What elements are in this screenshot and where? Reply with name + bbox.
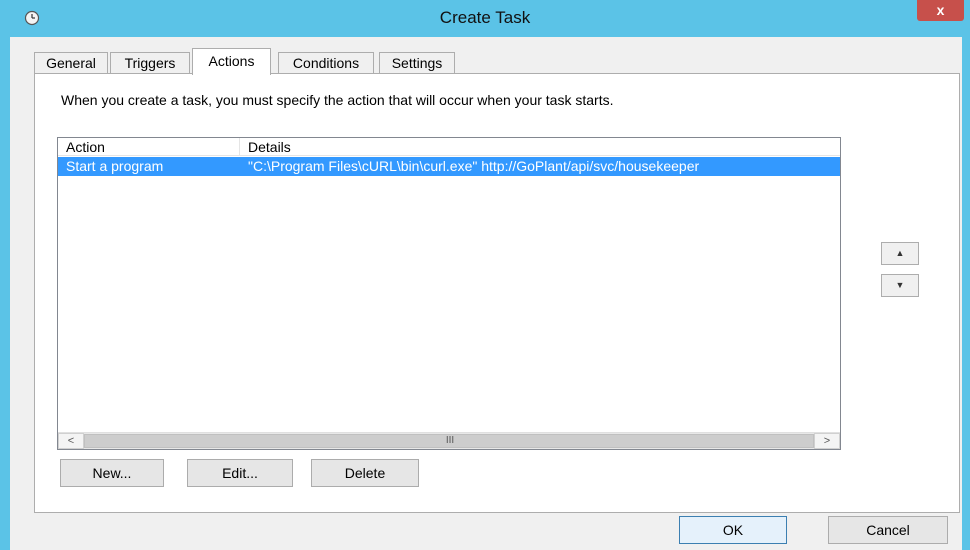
tab-conditions[interactable]: Conditions bbox=[278, 52, 374, 74]
actions-panel: When you create a task, you must specify… bbox=[34, 73, 960, 513]
create-task-window: Create Task x General Triggers Actions C… bbox=[0, 0, 970, 550]
actions-list[interactable]: Action Details Start a program "C:\Progr… bbox=[57, 137, 841, 450]
table-row[interactable]: Start a program "C:\Program Files\cURL\b… bbox=[58, 157, 840, 176]
tab-triggers[interactable]: Triggers bbox=[110, 52, 190, 74]
details-cell: "C:\Program Files\cURL\bin\curl.exe" htt… bbox=[248, 158, 700, 174]
title-bar[interactable]: Create Task x bbox=[0, 0, 970, 37]
window-title: Create Task bbox=[439, 8, 531, 27]
move-up-button[interactable]: ▲ bbox=[881, 242, 919, 265]
close-button[interactable]: x bbox=[917, 0, 964, 21]
scroll-grip-icon: III bbox=[445, 435, 455, 446]
delete-action-button[interactable]: Delete bbox=[311, 459, 419, 487]
scroll-right-button[interactable]: > bbox=[814, 433, 840, 449]
scroll-left-button[interactable]: < bbox=[58, 433, 84, 449]
edit-action-button[interactable]: Edit... bbox=[187, 459, 293, 487]
tab-settings[interactable]: Settings bbox=[379, 52, 455, 74]
scroll-thumb[interactable]: III bbox=[84, 434, 814, 448]
dialog-body: General Triggers Actions Conditions Sett… bbox=[10, 37, 962, 550]
new-action-button[interactable]: New... bbox=[60, 459, 164, 487]
cancel-button[interactable]: Cancel bbox=[828, 516, 948, 544]
tab-actions[interactable]: Actions bbox=[192, 48, 271, 75]
list-header: Action Details bbox=[58, 138, 840, 156]
actions-description: When you create a task, you must specify… bbox=[61, 92, 614, 108]
tab-general[interactable]: General bbox=[34, 52, 108, 74]
action-cell: Start a program bbox=[66, 158, 164, 174]
column-header-action[interactable]: Action bbox=[58, 138, 240, 156]
column-header-details[interactable]: Details bbox=[240, 138, 840, 156]
move-down-button[interactable]: ▼ bbox=[881, 274, 919, 297]
ok-button[interactable]: OK bbox=[679, 516, 787, 544]
horizontal-scrollbar[interactable]: < III > bbox=[58, 432, 840, 449]
